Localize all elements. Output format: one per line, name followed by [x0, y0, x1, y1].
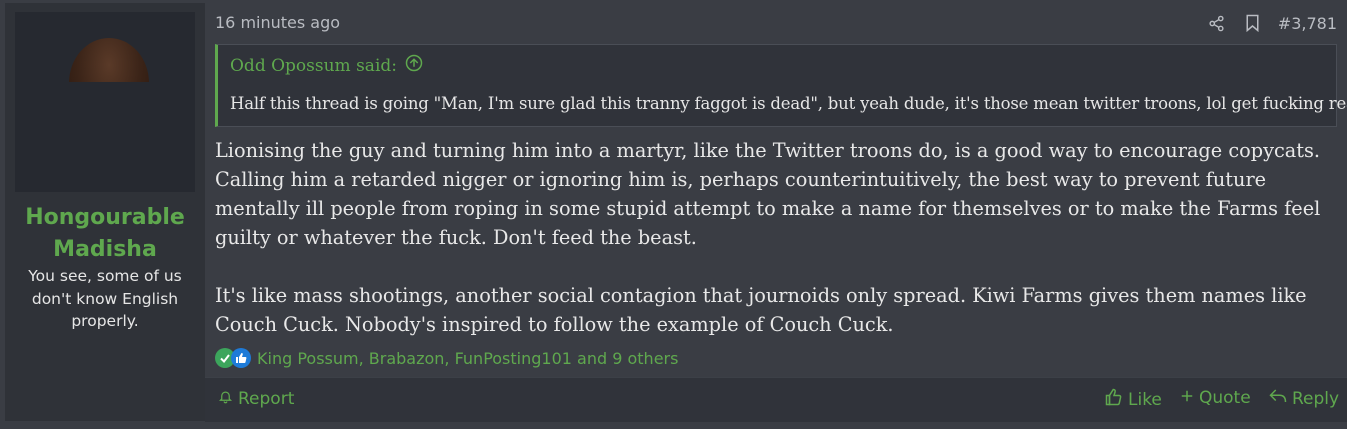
quote-author[interactable]: Odd Opossum said: [230, 56, 397, 76]
bell-icon [218, 388, 233, 410]
share-icon[interactable] [1206, 12, 1228, 34]
arrow-up-circle-icon[interactable] [405, 54, 423, 77]
report-button[interactable]: Report [218, 388, 294, 410]
user-title: You see, some of us don't know English p… [28, 267, 182, 330]
reaction-icons [215, 347, 255, 369]
like-button[interactable]: Like [1105, 388, 1162, 411]
quote-text: Half this thread is going "Man, I'm sure… [230, 94, 1347, 113]
quote-header[interactable]: Odd Opossum said: [230, 54, 423, 77]
post-body: Lionising the guy and turning him into a… [215, 136, 1340, 339]
post-meta-actions: #3,781 [1206, 11, 1337, 35]
reply-label: Reply [1292, 388, 1340, 409]
quote-block: Odd Opossum said: Half this thread is go… [215, 44, 1347, 127]
thumbs-up-icon [1105, 388, 1123, 411]
avatar[interactable] [15, 12, 195, 192]
reactions-list[interactable]: King Possum, Brabazon, FunPosting101 and… [257, 349, 678, 368]
post-footer: Report Like Quote Reply [205, 377, 1347, 422]
reactions-bar[interactable]: King Possum, Brabazon, FunPosting101 and… [215, 346, 678, 370]
post: Hongourable Madisha You see, some of us … [0, 0, 1347, 424]
quote-button[interactable]: Quote [1180, 388, 1251, 408]
quote-label: Quote [1199, 388, 1251, 408]
plus-icon [1180, 388, 1194, 408]
bookmark-icon[interactable] [1242, 12, 1264, 34]
reply-button[interactable]: Reply [1269, 388, 1339, 409]
post-number[interactable]: #3,781 [1278, 14, 1337, 33]
post-paragraph: Lionising the guy and turning him into a… [215, 139, 1321, 249]
post-paragraph: It's like mass shootings, another social… [215, 284, 1307, 336]
reply-icon [1269, 388, 1287, 409]
like-label: Like [1128, 389, 1162, 410]
post-timestamp[interactable]: 16 minutes ago [215, 12, 340, 34]
username[interactable]: Hongourable Madisha [5, 202, 205, 266]
like-reaction-icon [231, 348, 251, 368]
avatar-image [68, 38, 150, 82]
report-label: Report [238, 389, 295, 409]
